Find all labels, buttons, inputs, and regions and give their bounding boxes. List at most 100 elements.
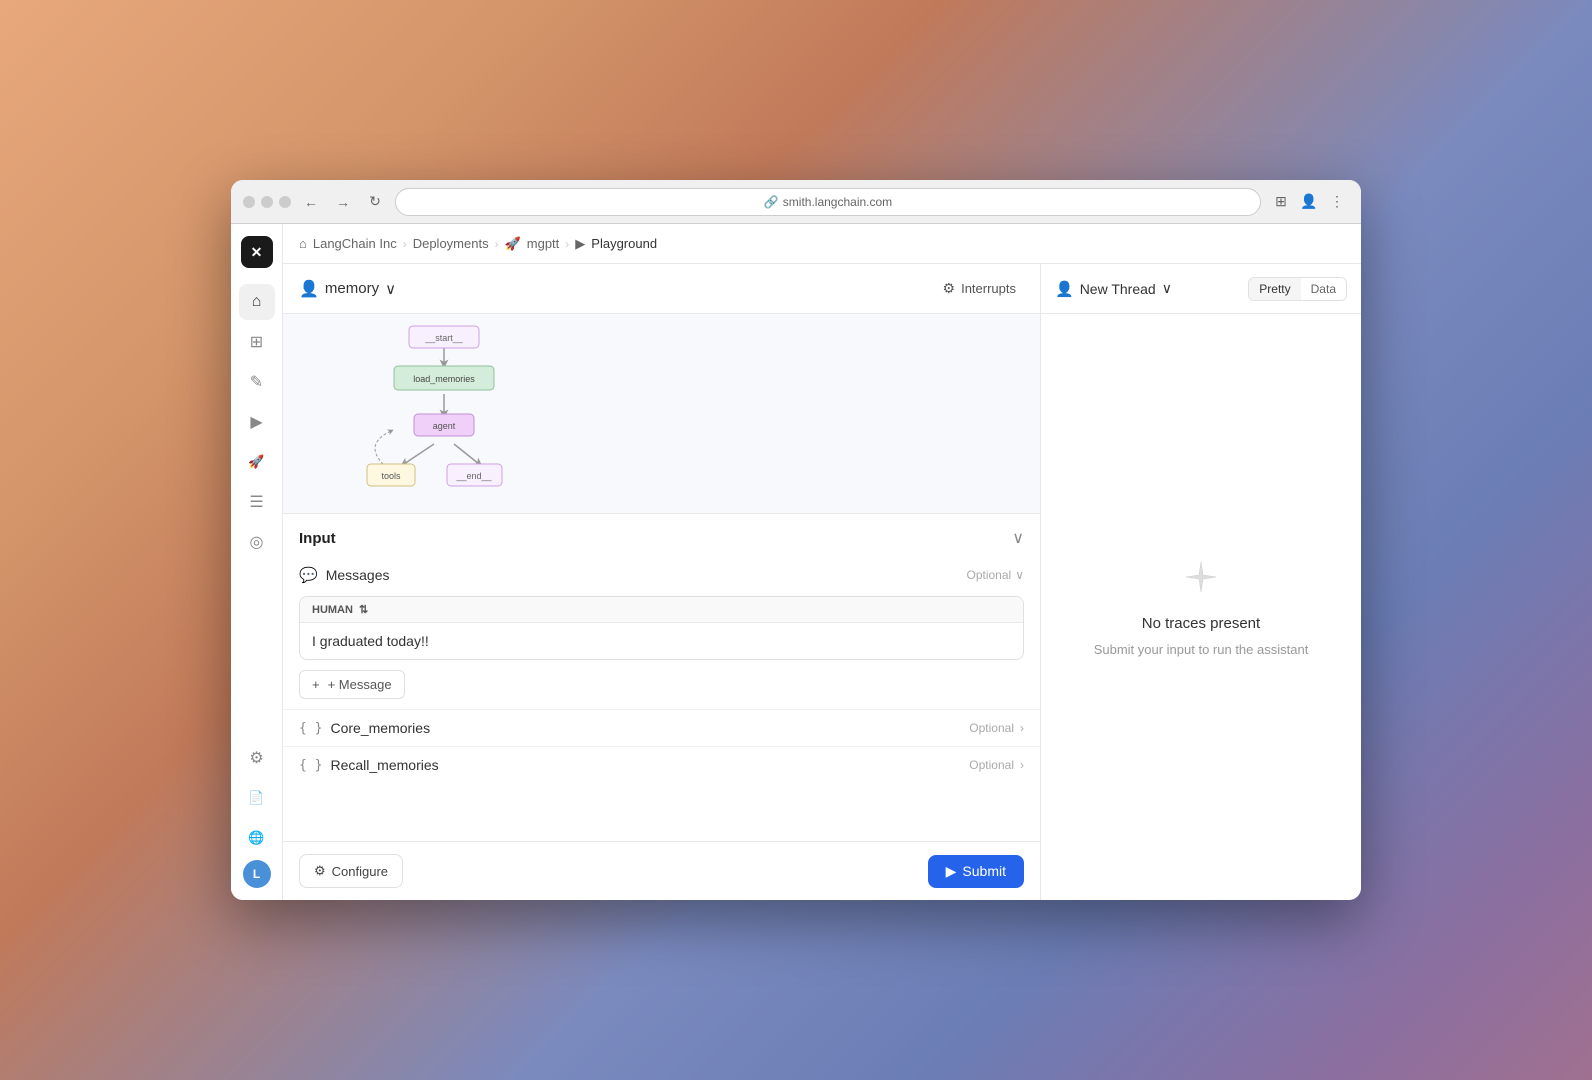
- graph-svg: __start__ load_memories agent tools: [319, 306, 559, 521]
- new-thread-label: New Thread: [1080, 281, 1156, 297]
- input-header: Input ∨: [283, 514, 1040, 558]
- message-type-toggle-icon[interactable]: ⇅: [359, 603, 368, 616]
- configure-gear-icon: ⚙: [314, 863, 326, 879]
- breadcrumb-mgptt[interactable]: mgptt: [527, 236, 560, 251]
- submit-play-icon: ▶: [946, 863, 957, 880]
- rocket-icon: 🚀: [248, 454, 264, 470]
- thread-person-icon: 👤: [1055, 280, 1074, 298]
- messages-optional-text: Optional: [967, 568, 1012, 582]
- submit-label: Submit: [962, 863, 1006, 879]
- configure-button[interactable]: ⚙ Configure: [299, 854, 403, 888]
- right-panel: 👤 New Thread ∨ Pretty Data: [1041, 264, 1361, 900]
- message-type-label: HUMAN: [312, 604, 353, 616]
- add-message-button[interactable]: + + Message: [299, 670, 405, 699]
- sidebar-item-database[interactable]: ☰: [239, 484, 275, 520]
- sidebar-item-play[interactable]: ▶: [239, 404, 275, 440]
- data-view-button[interactable]: Data: [1301, 278, 1346, 300]
- breadcrumb-playground: Playground: [591, 236, 657, 251]
- memory-chevron-icon: ∨: [385, 280, 396, 298]
- memory-person-icon: 👤: [299, 279, 319, 299]
- interrupts-button[interactable]: ⚙ Interrupts: [935, 276, 1024, 301]
- new-thread-selector[interactable]: 👤 New Thread ∨: [1055, 280, 1172, 298]
- maximize-btn[interactable]: [279, 196, 291, 208]
- database-icon: ☰: [249, 492, 263, 512]
- sidebar-logo[interactable]: ✕: [241, 236, 273, 268]
- minimize-btn[interactable]: [261, 196, 273, 208]
- monitor-icon: ◎: [250, 532, 264, 552]
- recall-memories-text: Recall_memories: [330, 757, 438, 773]
- core-memories-chevron-icon: ›: [1020, 721, 1024, 735]
- core-memories-optional-text: Optional: [969, 721, 1014, 735]
- input-footer: ⚙ Configure ▶ Submit: [283, 841, 1040, 900]
- breadcrumb-sep-3: ›: [565, 237, 569, 251]
- sparkle-icon: [1181, 557, 1221, 605]
- menu-button[interactable]: ⋮: [1325, 190, 1349, 214]
- memory-selector[interactable]: 👤 memory ∨: [299, 279, 396, 299]
- messages-text: Messages: [326, 567, 390, 583]
- sidebar-item-edit[interactable]: ✎: [239, 364, 275, 400]
- input-section: Input ∨ 💬 Messages Optional ∨: [283, 514, 1040, 841]
- svg-text:agent: agent: [433, 421, 456, 431]
- extensions-button[interactable]: ⊞: [1269, 190, 1293, 214]
- core-memories-icon: { }: [299, 721, 322, 736]
- core-memories-text: Core_memories: [330, 720, 430, 736]
- avatar-letter: L: [253, 867, 260, 881]
- browser-chrome: ← → ↻ 🔗 smith.langchain.com ⊞ 👤 ⋮: [231, 180, 1361, 224]
- messages-optional-badge: Optional ∨: [967, 568, 1025, 582]
- message-content[interactable]: I graduated today!!: [300, 623, 1023, 659]
- interrupts-label: Interrupts: [961, 281, 1016, 296]
- sidebar-item-deploy[interactable]: 🚀: [239, 444, 275, 480]
- memory-label: memory: [325, 280, 379, 297]
- refresh-button[interactable]: ↻: [363, 190, 387, 214]
- breadcrumb-sep-1: ›: [403, 237, 407, 251]
- sidebar-item-apps[interactable]: ⊞: [239, 324, 275, 360]
- globe-icon: 🌐: [248, 830, 264, 846]
- input-title: Input: [299, 530, 336, 547]
- sidebar: ✕ ⌂ ⊞ ✎ ▶ 🚀 ☰ ◎: [231, 224, 283, 900]
- graph-area: __start__ load_memories agent tools: [283, 314, 1040, 514]
- sidebar-item-settings[interactable]: ⚙: [239, 740, 275, 776]
- window-controls: [243, 196, 291, 208]
- interrupts-gear-icon: ⚙: [943, 280, 956, 297]
- thread-chevron-icon: ∨: [1162, 280, 1172, 297]
- messages-label: 💬 Messages: [299, 566, 390, 584]
- recall-memories-icon: { }: [299, 758, 322, 773]
- sidebar-item-globe[interactable]: 🌐: [239, 820, 275, 856]
- sidebar-item-monitor[interactable]: ◎: [239, 524, 275, 560]
- no-traces-subtitle: Submit your input to run the assistant: [1094, 642, 1309, 657]
- configure-label: Configure: [332, 864, 388, 879]
- breadcrumb-deployments[interactable]: Deployments: [413, 236, 489, 251]
- recall-memories-optional-text: Optional: [969, 758, 1014, 772]
- lock-icon: 🔗: [764, 195, 779, 209]
- play-icon: ▶: [250, 412, 262, 432]
- submit-button[interactable]: ▶ Submit: [928, 855, 1024, 888]
- home-icon: ⌂: [252, 293, 262, 311]
- user-avatar[interactable]: L: [243, 860, 271, 888]
- breadcrumb: ⌂ LangChain Inc › Deployments › 🚀 mgptt …: [283, 224, 1361, 264]
- pretty-view-button[interactable]: Pretty: [1249, 278, 1300, 300]
- back-button[interactable]: ←: [299, 190, 323, 214]
- svg-text:__end__: __end__: [455, 471, 492, 481]
- recall-memories-row[interactable]: { } Recall_memories Optional ›: [283, 746, 1040, 783]
- view-toggle: Pretty Data: [1248, 277, 1347, 301]
- core-memories-row[interactable]: { } Core_memories Optional ›: [283, 709, 1040, 746]
- input-collapse-button[interactable]: ∨: [1012, 528, 1024, 548]
- add-message-icon: +: [312, 677, 320, 692]
- recall-memories-optional: Optional ›: [969, 758, 1024, 772]
- svg-text:__start__: __start__: [424, 333, 464, 343]
- address-bar[interactable]: 🔗 smith.langchain.com: [395, 188, 1261, 216]
- svg-text:load_memories: load_memories: [413, 374, 475, 384]
- apps-icon: ⊞: [250, 332, 263, 352]
- profile-button[interactable]: 👤: [1297, 190, 1321, 214]
- close-btn[interactable]: [243, 196, 255, 208]
- edit-icon: ✎: [250, 372, 263, 392]
- sidebar-item-docs[interactable]: 📄: [239, 780, 275, 816]
- breadcrumb-mgptt-icon: 🚀: [505, 236, 521, 252]
- breadcrumb-langchain[interactable]: LangChain Inc: [313, 236, 397, 251]
- sidebar-item-home[interactable]: ⌂: [239, 284, 275, 320]
- no-traces-title: No traces present: [1142, 615, 1260, 632]
- breadcrumb-playground-icon: ▶: [575, 236, 585, 252]
- breadcrumb-sep-2: ›: [495, 237, 499, 251]
- docs-icon: 📄: [248, 790, 264, 806]
- forward-button[interactable]: →: [331, 190, 355, 214]
